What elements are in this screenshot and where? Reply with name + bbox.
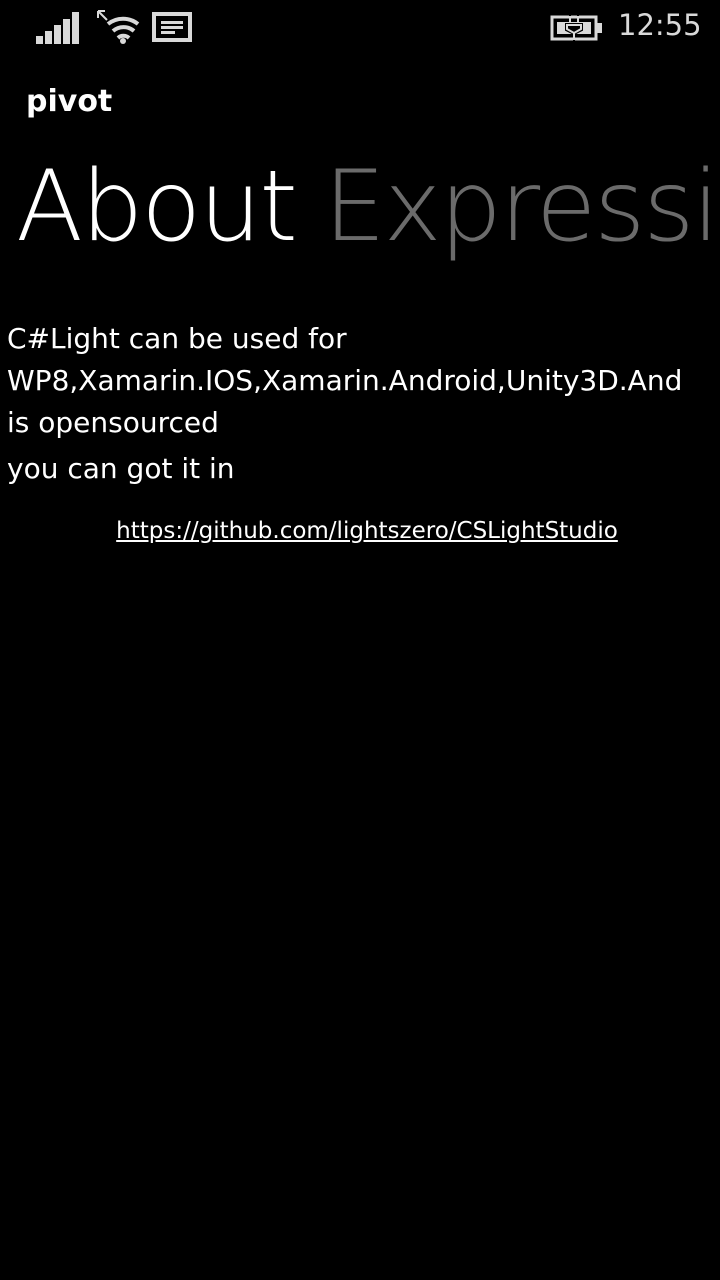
pivot-header-expressions[interactable]: Expressi (324, 142, 720, 272)
pivot-header-about[interactable]: About (16, 142, 298, 272)
link-row: https://github.com/lightszero/CSLightStu… (0, 518, 720, 544)
github-link[interactable]: https://github.com/lightszero/CSLightStu… (116, 518, 618, 544)
status-bar: 12:55 (0, 0, 720, 56)
status-time: 12:55 (618, 8, 702, 42)
signal-strength-icon (36, 12, 79, 44)
wifi-icon (97, 10, 140, 44)
about-source-text: you can got it in (7, 452, 235, 485)
message-icon (152, 12, 192, 42)
pivot-title: pivot (26, 84, 113, 119)
pivot-headers: About Expressi (16, 142, 720, 272)
battery-charging-icon (550, 15, 602, 41)
about-content: C#Light can be used for WP8,Xamarin.IOS,… (7, 318, 707, 494)
about-description: C#Light can be used for WP8,Xamarin.IOS,… (7, 322, 683, 439)
